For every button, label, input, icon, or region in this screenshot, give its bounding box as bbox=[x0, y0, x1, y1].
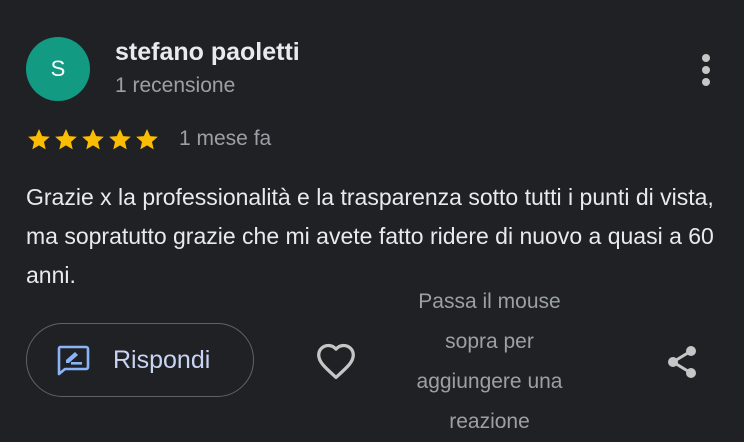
share-button[interactable] bbox=[660, 340, 704, 384]
author-name[interactable]: stefano paoletti bbox=[115, 38, 300, 67]
more-options-button[interactable] bbox=[690, 50, 722, 90]
heart-outline-icon bbox=[317, 343, 355, 380]
reply-button-label: Rispondi bbox=[113, 345, 211, 374]
star-filled-icon bbox=[55, 129, 77, 150]
star-filled-icon bbox=[136, 129, 158, 150]
review-text: Grazie x la professionalità e la traspar… bbox=[26, 184, 714, 288]
review-time: 1 mese fa bbox=[179, 127, 272, 150]
author-review-count: 1 recensione bbox=[115, 74, 236, 97]
like-button[interactable] bbox=[312, 337, 360, 385]
star-rating bbox=[26, 124, 160, 154]
reply-edit-icon bbox=[57, 345, 90, 376]
more-vertical-icon bbox=[702, 54, 710, 86]
reply-button[interactable]: Rispondi bbox=[26, 323, 254, 397]
star-filled-icon bbox=[28, 129, 50, 150]
star-filled-icon bbox=[109, 129, 131, 150]
star-filled-icon bbox=[82, 129, 104, 150]
avatar[interactable]: S bbox=[26, 37, 90, 101]
share-icon bbox=[668, 346, 696, 378]
reaction-hint: Passa il mouse sopra per aggiungere una … bbox=[416, 290, 563, 433]
avatar-initial: S bbox=[50, 56, 66, 81]
